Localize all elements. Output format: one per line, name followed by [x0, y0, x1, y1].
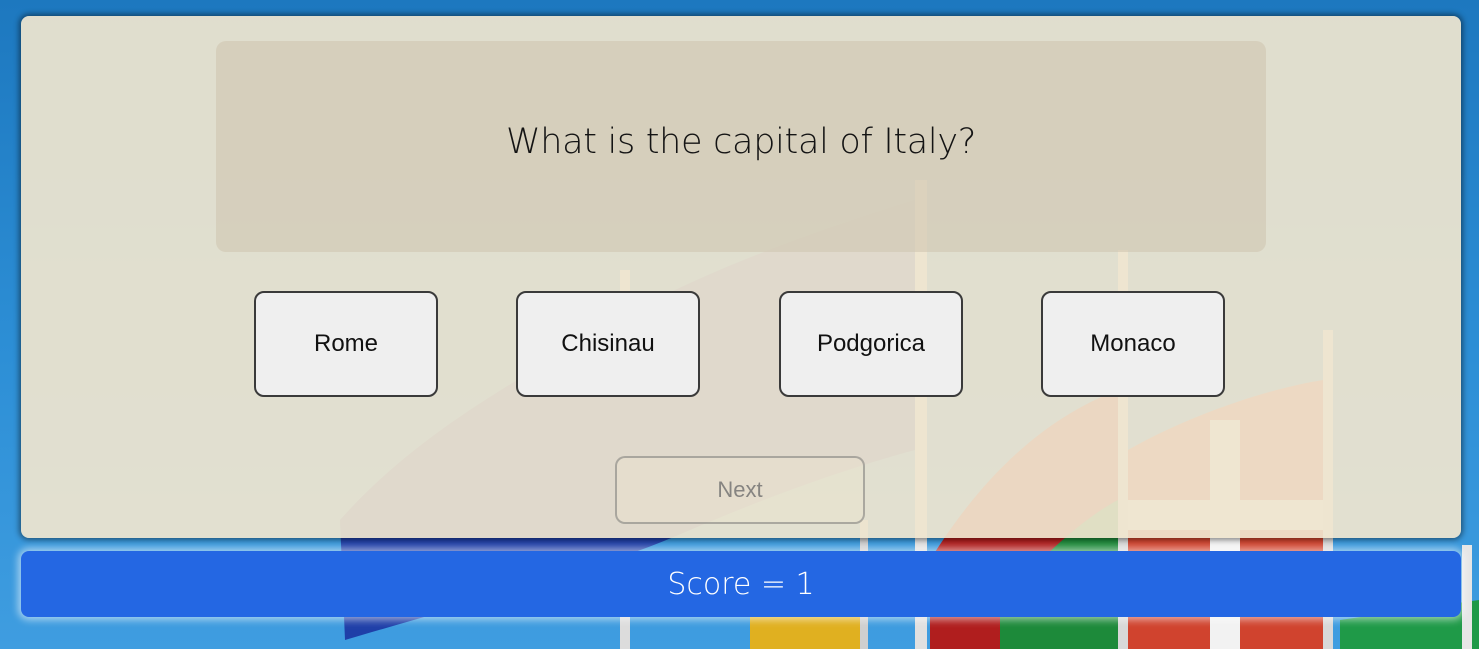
answer-button-podgorica[interactable]: Podgorica	[779, 291, 963, 397]
answer-button-chisinau[interactable]: Chisinau	[516, 291, 700, 397]
quiz-card: What is the capital of Italy? Rome Chisi…	[21, 16, 1461, 538]
next-button[interactable]: Next	[615, 456, 865, 524]
answer-button-rome[interactable]: Rome	[254, 291, 438, 397]
score-bar: Score = 1	[21, 551, 1461, 617]
answer-button-monaco[interactable]: Monaco	[1041, 291, 1225, 397]
question-box: What is the capital of Italy?	[216, 41, 1266, 252]
question-text: What is the capital of Italy?	[505, 121, 977, 162]
score-text: Score = 1	[667, 566, 815, 602]
flag-pole	[1462, 545, 1472, 649]
